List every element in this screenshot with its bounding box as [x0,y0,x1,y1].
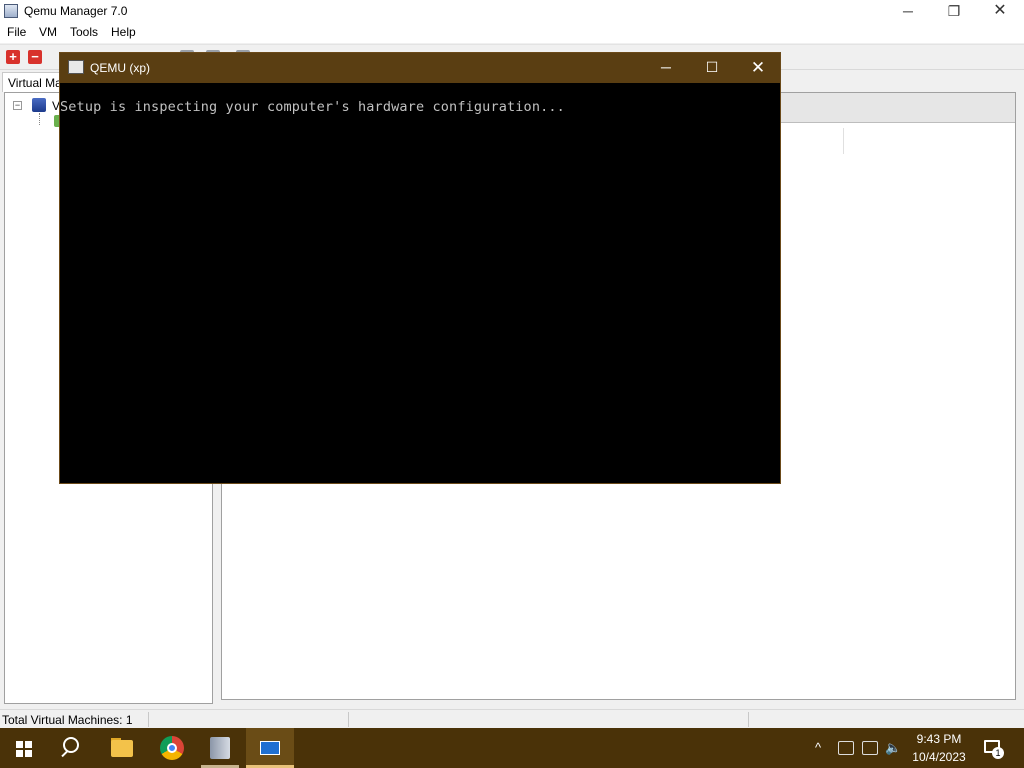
notification-count-badge: 1 [992,747,1004,759]
vm-group-icon [32,98,46,112]
clock-time[interactable]: 9:43 PM [912,732,966,746]
app-icon [4,4,18,18]
file-explorer-button[interactable] [98,728,146,768]
qemu-guest-window[interactable]: QEMU (xp) ─ ☐ ✕ Setup is inspecting your… [59,52,781,484]
console-text: Setup is inspecting your computer's hard… [60,99,565,115]
search-icon-handle [61,750,68,758]
clock-date[interactable]: 10/4/2023 [910,750,968,764]
tree-connector [39,113,40,125]
main-window-title: Qemu Manager 7.0 [24,4,128,18]
folder-icon [111,740,133,757]
menu-file[interactable]: File [7,25,26,39]
add-vm-button[interactable]: + [6,50,20,64]
search-button[interactable] [48,728,96,768]
windows-logo-icon [16,741,32,757]
menu-help[interactable]: Help [111,25,136,39]
menu-vm[interactable]: VM [39,25,57,39]
battery-icon[interactable] [838,741,854,755]
chrome-button[interactable] [148,728,196,768]
qemu-vm-taskbar-button[interactable] [246,728,294,768]
status-bar: Total Virtual Machines: 1 [0,709,1024,728]
qemu-close-button[interactable]: ✕ [735,53,781,83]
qemu-maximize-button[interactable]: ☐ [689,53,735,83]
start-button[interactable] [0,728,48,768]
show-hidden-icons-chevron-icon[interactable]: ^ [815,740,821,755]
details-divider [843,128,844,154]
tree-expander-icon[interactable]: − [13,101,22,110]
restore-button[interactable]: ❐ [931,0,977,23]
notifications-button[interactable]: 1 [982,738,1004,759]
qemu-window-icon [260,741,280,755]
chrome-icon-center [167,743,177,753]
main-titlebar[interactable]: Qemu Manager 7.0 ─ ❐ ✕ [0,0,1024,23]
network-icon[interactable] [862,741,878,755]
volume-icon[interactable]: 🔈 [885,741,901,755]
status-divider [348,712,349,727]
qemu-manager-taskbar-button[interactable] [196,728,244,768]
close-button[interactable]: ✕ [977,0,1023,23]
qemu-minimize-button[interactable]: ─ [643,53,689,83]
status-divider [748,712,749,727]
remove-vm-button[interactable]: − [28,50,42,64]
qemu-titlebar[interactable]: QEMU (xp) ─ ☐ ✕ [60,53,780,83]
qemu-guest-screen[interactable]: Setup is inspecting your computer's hard… [60,83,780,483]
qemu-manager-icon [210,737,230,759]
qemu-window-title: QEMU (xp) [90,61,150,75]
menu-tools[interactable]: Tools [70,25,98,39]
minimize-button[interactable]: ─ [885,0,931,23]
status-text: Total Virtual Machines: 1 [2,713,133,727]
status-divider [148,712,149,727]
menu-bar: File VM Tools Help [0,23,1024,43]
qemu-app-icon [68,60,84,74]
